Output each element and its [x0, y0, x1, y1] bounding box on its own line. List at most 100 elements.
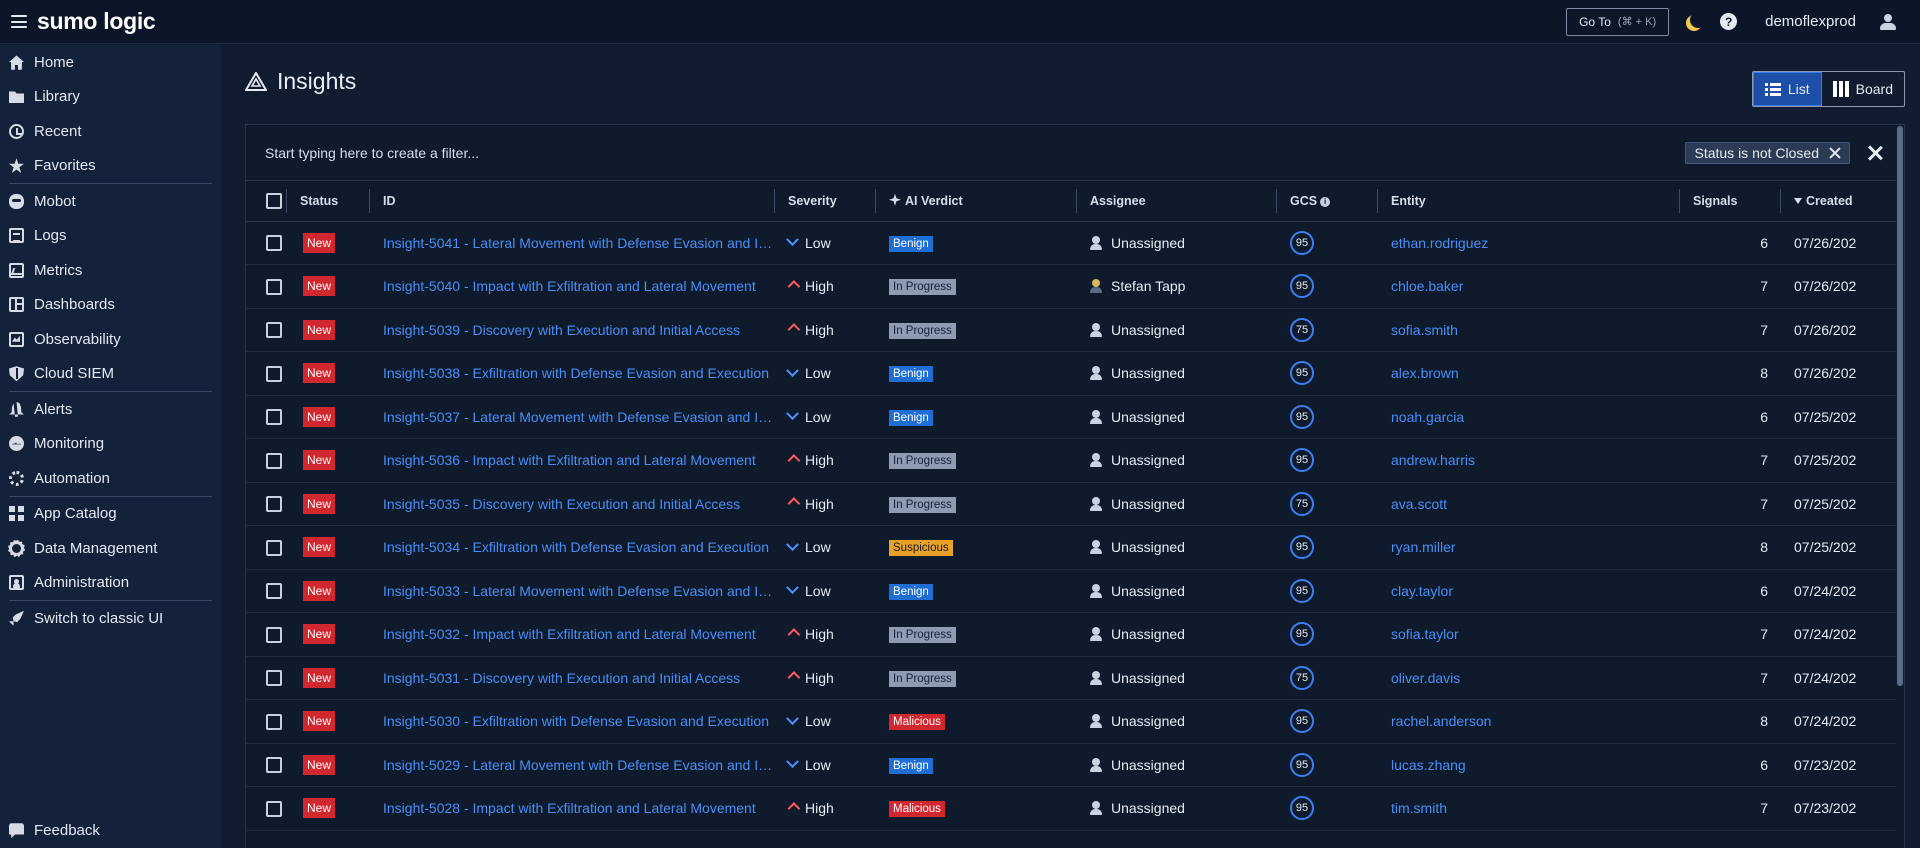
- filter-input[interactable]: Start typing here to create a filter...: [265, 145, 479, 161]
- entity-link[interactable]: rachel.anderson: [1377, 713, 1491, 729]
- insight-link[interactable]: Insight-5039 - Discovery with Execution …: [369, 322, 774, 338]
- board-view-button[interactable]: Board: [1822, 72, 1904, 106]
- sidebar-item-cloud-siem[interactable]: Cloud SIEM: [0, 357, 221, 392]
- insight-link[interactable]: Insight-5034 - Exfiltration with Defense…: [369, 539, 774, 555]
- table-row[interactable]: New Insight-5028 - Impact with Exfiltrati…: [246, 786, 1904, 831]
- entity-link[interactable]: alex.brown: [1377, 365, 1459, 381]
- sidebar-item-administration[interactable]: Administration: [0, 566, 221, 601]
- sidebar-item-logs[interactable]: Logs: [0, 219, 221, 254]
- info-icon[interactable]: i: [1320, 196, 1331, 207]
- sidebar-item-observability[interactable]: Observability: [0, 322, 221, 357]
- entity-link[interactable]: chloe.baker: [1377, 278, 1463, 294]
- header-status[interactable]: Status: [286, 181, 369, 222]
- table-row[interactable]: New Insight-5029 - Lateral Movement with …: [246, 743, 1904, 787]
- table-row[interactable]: New Insight-5031 - Discovery with Executi…: [246, 656, 1904, 700]
- clear-filters-icon[interactable]: [1868, 146, 1882, 160]
- logo[interactable]: sumo logic: [37, 8, 156, 35]
- entity-link[interactable]: sofia.taylor: [1377, 626, 1459, 642]
- scroll-thumb[interactable]: [1897, 126, 1903, 686]
- table-row[interactable]: New Insight-5033 - Lateral Movement with …: [246, 569, 1904, 613]
- header-id[interactable]: ID: [369, 181, 774, 222]
- insight-link[interactable]: Insight-5030 - Exfiltration with Defense…: [369, 713, 774, 729]
- sidebar-item-data-management[interactable]: Data Management: [0, 531, 221, 566]
- assignee-name[interactable]: Unassigned: [1111, 496, 1185, 512]
- header-gcs[interactable]: GCS i: [1276, 181, 1377, 222]
- table-row[interactable]: New Insight-5039 - Discovery with Executi…: [246, 308, 1904, 352]
- entity-link[interactable]: ryan.miller: [1377, 539, 1456, 555]
- row-checkbox[interactable]: [266, 583, 282, 600]
- insight-link[interactable]: Insight-5028 - Impact with Exfiltration …: [369, 800, 774, 816]
- sidebar-item-alerts[interactable]: Alerts: [0, 392, 221, 427]
- row-checkbox[interactable]: [266, 626, 282, 643]
- row-checkbox[interactable]: [266, 496, 282, 513]
- insight-link[interactable]: Insight-5037 - Lateral Movement with Def…: [369, 409, 774, 425]
- entity-link[interactable]: lucas.zhang: [1377, 757, 1466, 773]
- insight-link[interactable]: Insight-5040 - Impact with Exfiltration …: [369, 278, 774, 294]
- list-view-button[interactable]: List: [1752, 72, 1822, 106]
- header-severity[interactable]: Severity: [774, 181, 875, 222]
- sidebar-item-metrics[interactable]: Metrics: [0, 253, 221, 288]
- header-assignee[interactable]: Assignee: [1076, 181, 1276, 222]
- row-checkbox[interactable]: [266, 322, 282, 339]
- entity-link[interactable]: sofia.smith: [1377, 322, 1458, 338]
- sidebar-item-favorites[interactable]: Favorites: [0, 149, 221, 184]
- row-checkbox[interactable]: [266, 452, 282, 469]
- row-checkbox[interactable]: [266, 800, 282, 817]
- header-ai-verdict[interactable]: AI Verdict: [875, 181, 1076, 222]
- entity-link[interactable]: ethan.rodriguez: [1377, 235, 1488, 251]
- menu-icon[interactable]: [11, 15, 27, 28]
- insight-link[interactable]: Insight-5036 - Impact with Exfiltration …: [369, 452, 774, 468]
- assignee-name[interactable]: Stefan Tapp: [1111, 278, 1185, 294]
- sidebar-item-automation[interactable]: Automation: [0, 461, 221, 496]
- table-row[interactable]: New Insight-5040 - Impact with Exfiltrati…: [246, 264, 1904, 309]
- entity-link[interactable]: clay.taylor: [1377, 583, 1453, 599]
- sidebar-item-feedback[interactable]: Feedback: [0, 814, 221, 848]
- select-all-checkbox[interactable]: [266, 192, 282, 209]
- sidebar-item-dashboards[interactable]: Dashboards: [0, 288, 221, 323]
- assignee-name[interactable]: Unassigned: [1111, 800, 1185, 816]
- assignee-name[interactable]: Unassigned: [1111, 539, 1185, 555]
- entity-link[interactable]: ava.scott: [1377, 496, 1447, 512]
- sidebar-item-home[interactable]: Home: [0, 45, 221, 80]
- sidebar-item-monitoring[interactable]: Monitoring: [0, 427, 221, 462]
- assignee-name[interactable]: Unassigned: [1111, 235, 1185, 251]
- insight-link[interactable]: Insight-5031 - Discovery with Execution …: [369, 670, 774, 686]
- assignee-name[interactable]: Unassigned: [1111, 452, 1185, 468]
- filter-chip[interactable]: Status is not Closed: [1685, 141, 1850, 164]
- row-checkbox[interactable]: [266, 365, 282, 382]
- insight-link[interactable]: Insight-5032 - Impact with Exfiltration …: [369, 626, 774, 642]
- theme-moon-icon[interactable]: [1690, 12, 1706, 28]
- header-created[interactable]: Created: [1780, 181, 1904, 222]
- entity-link[interactable]: noah.garcia: [1377, 409, 1464, 425]
- row-checkbox[interactable]: [266, 670, 282, 687]
- insight-link[interactable]: Insight-5035 - Discovery with Execution …: [369, 496, 774, 512]
- sidebar-item-mobot[interactable]: Mobot: [0, 184, 221, 219]
- scrollbar[interactable]: [1896, 125, 1904, 848]
- row-checkbox[interactable]: [266, 757, 282, 774]
- row-checkbox[interactable]: [266, 235, 282, 252]
- assignee-name[interactable]: Unassigned: [1111, 322, 1185, 338]
- assignee-name[interactable]: Unassigned: [1111, 409, 1185, 425]
- sidebar-item-app-catalog[interactable]: App Catalog: [0, 497, 221, 532]
- goto-button[interactable]: Go To (⌘ + K): [1566, 7, 1670, 36]
- assignee-name[interactable]: Unassigned: [1111, 713, 1185, 729]
- help-icon[interactable]: ?: [1720, 13, 1738, 30]
- sidebar-item-switch-to-classic-ui[interactable]: Switch to classic UI: [0, 601, 221, 636]
- insight-link[interactable]: Insight-5038 - Exfiltration with Defense…: [369, 365, 774, 381]
- insight-link[interactable]: Insight-5041 - Lateral Movement with Def…: [369, 235, 774, 251]
- table-row[interactable]: New Insight-5041 - Lateral Movement with …: [246, 221, 1904, 265]
- user-icon[interactable]: [1879, 13, 1897, 31]
- entity-link[interactable]: oliver.davis: [1377, 670, 1460, 686]
- table-row[interactable]: New Insight-5037 - Lateral Movement with …: [246, 395, 1904, 439]
- assignee-name[interactable]: Unassigned: [1111, 583, 1185, 599]
- sidebar-item-recent[interactable]: Recent: [0, 114, 221, 149]
- table-row[interactable]: New Insight-5036 - Impact with Exfiltrati…: [246, 438, 1904, 483]
- entity-link[interactable]: andrew.harris: [1377, 452, 1475, 468]
- row-checkbox[interactable]: [266, 278, 282, 295]
- row-checkbox[interactable]: [266, 409, 282, 426]
- assignee-name[interactable]: Unassigned: [1111, 626, 1185, 642]
- table-row[interactable]: New Insight-5038 - Exfiltration with Defe…: [246, 351, 1904, 396]
- header-signals[interactable]: Signals: [1679, 181, 1780, 222]
- entity-link[interactable]: tim.smith: [1377, 800, 1447, 816]
- row-checkbox[interactable]: [266, 539, 282, 556]
